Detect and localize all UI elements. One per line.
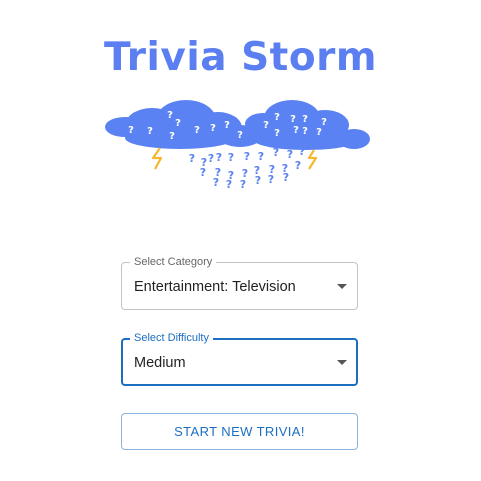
question-mark-icon: ?	[283, 171, 289, 184]
question-mark-icon: ?	[287, 148, 293, 161]
question-mark-icon: ?	[268, 173, 274, 186]
question-mark-icon: ?	[208, 152, 214, 165]
difficulty-select[interactable]: Select Difficulty Medium	[121, 331, 358, 386]
start-new-trivia-button[interactable]: START NEW TRIVIA!	[121, 413, 358, 450]
question-mark-icon: ?	[237, 130, 243, 141]
question-mark-icon: ?	[274, 128, 280, 139]
difficulty-select-label: Select Difficulty	[130, 331, 213, 345]
question-mark-icon: ?	[299, 145, 305, 158]
trivia-storm-page: Trivia Storm ????????????? ? ? ? ? ? ? ?…	[0, 0, 481, 481]
question-mark-icon: ?	[290, 114, 296, 125]
question-mark-icon: ?	[321, 117, 327, 128]
question-mark-icon: ?	[213, 176, 219, 189]
question-mark-icon: ?	[128, 125, 134, 136]
question-mark-icon: ?	[194, 125, 200, 136]
question-mark-icon: ?	[295, 159, 301, 172]
question-mark-icon: ?	[210, 123, 216, 134]
question-mark-icon: ?	[169, 131, 175, 142]
question-mark-icon: ?	[263, 120, 269, 131]
question-mark-icon: ?	[147, 126, 153, 137]
question-mark-icon: ?	[244, 150, 250, 163]
storm-cloud-logo: ?????????????????? ?????????????????????…	[100, 98, 374, 194]
question-mark-icon: ?	[273, 146, 279, 159]
question-mark-icon: ?	[316, 127, 322, 138]
question-mark-icon: ?	[224, 120, 230, 131]
app-title: Trivia Storm	[103, 35, 377, 80]
question-mark-icon: ?	[200, 166, 206, 179]
question-mark-icon: ?	[293, 125, 299, 136]
category-select-label: Select Category	[130, 255, 217, 269]
category-select-value: Entertainment: Television	[134, 279, 296, 295]
question-mark-icon: ?	[302, 126, 308, 137]
question-mark-icon: ?	[302, 114, 308, 125]
question-mark-icon: ?	[167, 110, 173, 121]
chevron-down-icon[interactable]	[337, 284, 347, 289]
chevron-down-icon[interactable]	[337, 360, 347, 365]
question-mark-icon: ?	[189, 152, 195, 165]
category-select[interactable]: Select Category Entertainment: Televisio…	[121, 255, 358, 310]
question-mark-icon: ?	[255, 174, 261, 187]
difficulty-select-value: Medium	[134, 355, 186, 371]
question-mark-icon: ?	[274, 112, 280, 123]
question-mark-icon: ?	[258, 150, 264, 163]
question-mark-icon: ?	[226, 178, 232, 191]
rain-question-marks: ????????????????????????	[189, 145, 305, 191]
question-mark-icon: ?	[240, 178, 246, 191]
question-mark-icon: ?	[228, 151, 234, 164]
question-mark-icon: ?	[216, 151, 222, 164]
question-mark-icon: ?	[175, 118, 181, 129]
